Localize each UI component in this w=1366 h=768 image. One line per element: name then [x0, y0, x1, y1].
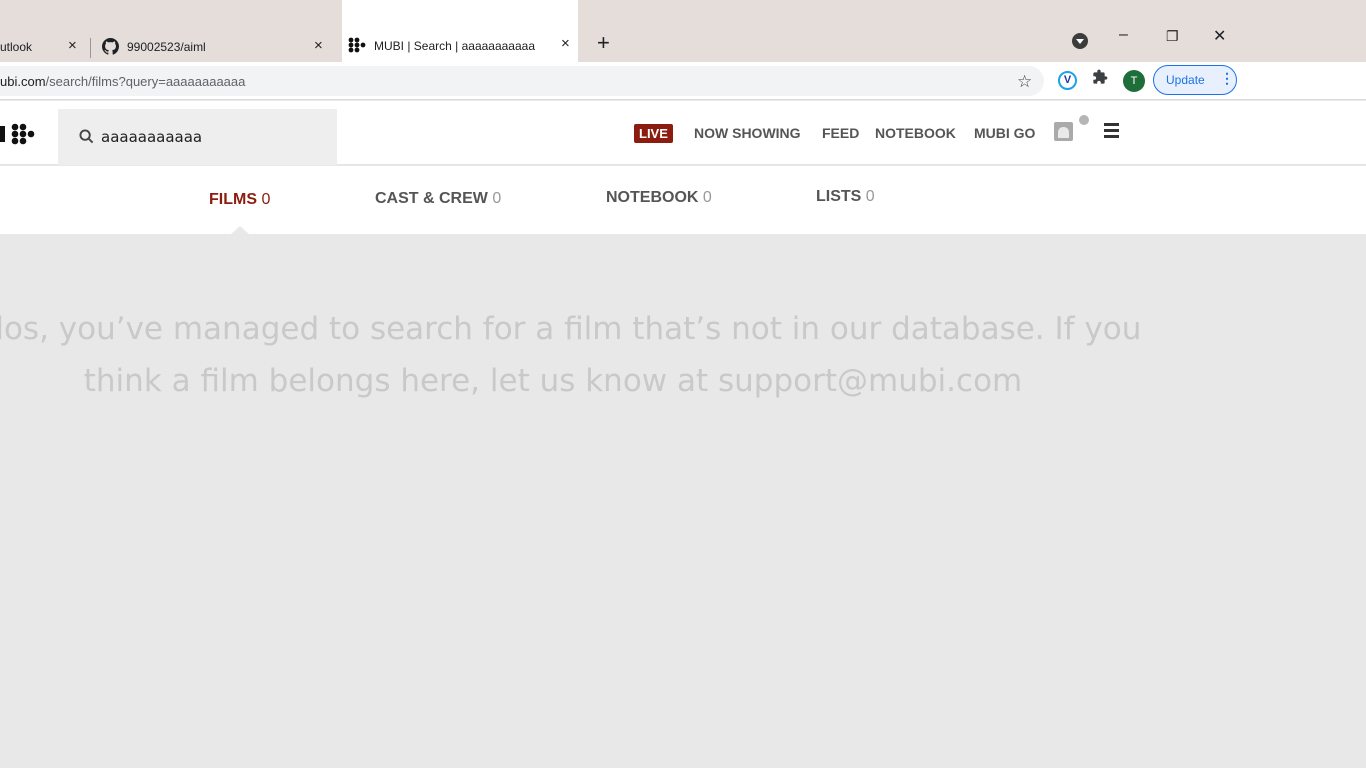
close-window-button[interactable]: ✕ [1213, 26, 1226, 46]
tab-count: 0 [492, 190, 502, 207]
nav-feed[interactable]: FEED [822, 125, 859, 141]
tab-count: 0 [865, 188, 875, 205]
nav-mubi-go[interactable]: MUBI GO [974, 125, 1035, 141]
tab-films[interactable]: FILMS 0 [209, 191, 270, 209]
site-search[interactable] [58, 109, 337, 165]
url-host: ubi.com [0, 74, 46, 89]
tab-label: FILMS [209, 191, 257, 208]
browser-tab-mubi[interactable]: MUBI | Search | aaaaaaaaaaa × [342, 0, 578, 62]
empty-message-line-2: think a film belongs here, let us know a… [83, 363, 1023, 399]
tab-title: MUBI | Search | aaaaaaaaaaa [374, 39, 536, 53]
update-label: Update [1166, 73, 1205, 87]
tab-notebook[interactable]: NOTEBOOK 0 [606, 189, 712, 207]
browser-menu-icon[interactable]: ⋮ [1220, 71, 1234, 85]
restore-button[interactable]: ❐ [1166, 28, 1179, 45]
bookmark-star-icon[interactable]: ☆ [1017, 72, 1032, 92]
search-result-tabs: FILMS 0 CAST & CREW 0 NOTEBOOK 0 LISTS 0 [0, 166, 1366, 235]
address-bar[interactable]: ubi.com/search/films?query=aaaaaaaaaaa ☆ [0, 66, 1044, 96]
extension-v-icon[interactable]: V [1058, 71, 1077, 90]
nav-notebook[interactable]: NOTEBOOK [875, 125, 956, 141]
tab-cast-crew[interactable]: CAST & CREW 0 [375, 190, 501, 208]
browser-toolbar: ubi.com/search/films?query=aaaaaaaaaaa ☆… [0, 62, 1366, 100]
update-button[interactable]: Update ⋮ [1153, 65, 1237, 95]
tab-close-icon[interactable]: × [314, 37, 323, 54]
empty-message-line-1: udos, you’ve managed to search for a fil… [0, 311, 1142, 347]
tab-separator [90, 38, 91, 58]
notification-dot[interactable] [1079, 115, 1089, 125]
empty-results-message: udos, you’ve managed to search for a fil… [0, 303, 1146, 407]
extensions-puzzle-icon[interactable] [1092, 69, 1108, 90]
tab-title: utlook [0, 40, 33, 54]
tab-lists[interactable]: LISTS 0 [816, 188, 875, 206]
url-text: ubi.com/search/films?query=aaaaaaaaaaa [0, 74, 245, 89]
tab-label: NOTEBOOK [606, 189, 699, 206]
puzzle-icon [1093, 69, 1108, 84]
mubi-favicon-icon [348, 37, 366, 53]
github-icon [102, 38, 119, 55]
url-path: /search/films?query=aaaaaaaaaaa [45, 74, 246, 89]
tab-count: 0 [261, 191, 271, 208]
browser-tab-outlook[interactable]: utlook × [0, 30, 88, 62]
tab-search-icon[interactable] [1072, 33, 1088, 49]
hamburger-menu-icon[interactable] [1104, 123, 1119, 141]
profile-avatar[interactable]: T [1123, 70, 1145, 92]
search-input[interactable] [101, 126, 321, 148]
active-tab-caret [230, 226, 250, 235]
mubi-logo[interactable] [0, 123, 35, 145]
tab-title: 99002523/aiml [127, 40, 206, 54]
nav-live-badge[interactable]: LIVE [634, 124, 673, 143]
tab-close-icon[interactable]: × [561, 35, 570, 52]
site-header: LIVE NOW SHOWING FEED NOTEBOOK MUBI GO [0, 101, 1366, 165]
minimize-button[interactable]: – [1119, 26, 1128, 44]
browser-tab-github[interactable]: 99002523/aiml × [95, 30, 335, 62]
tab-close-icon[interactable]: × [68, 37, 77, 54]
user-profile-icon[interactable] [1054, 122, 1073, 141]
search-icon [79, 129, 94, 144]
nav-now-showing[interactable]: NOW SHOWING [694, 125, 801, 141]
tab-label: CAST & CREW [375, 190, 488, 207]
mubi-dots-icon [11, 123, 35, 145]
new-tab-button[interactable]: + [597, 30, 610, 56]
tab-count: 0 [702, 189, 712, 206]
browser-tab-strip: utlook × 99002523/aiml × MUBI | Search |… [0, 0, 1366, 62]
tab-label: LISTS [816, 188, 862, 205]
logo-partial-letter [0, 126, 5, 142]
